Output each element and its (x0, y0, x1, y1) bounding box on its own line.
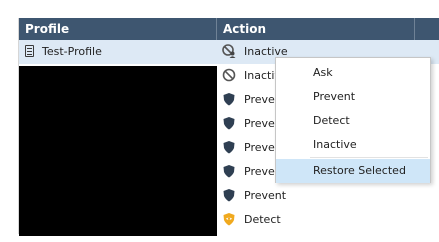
profile-document-icon (25, 45, 34, 57)
action-label: Detect (244, 213, 281, 226)
shield-icon (222, 188, 236, 202)
shield-icon (222, 92, 236, 106)
menu-item-inactive[interactable]: Inactive (276, 133, 430, 157)
menu-item-restore-selected[interactable]: Restore Selected (276, 159, 430, 183)
app-frame: Profile Action Test-Profile Inactive Ina… (0, 0, 439, 242)
menu-item-prevent[interactable]: Prevent (276, 85, 430, 109)
action-cell[interactable]: Detect (217, 208, 415, 232)
profile-cell: Test-Profile (19, 40, 217, 64)
menu-separator (310, 157, 428, 158)
column-header-extra (415, 18, 439, 40)
shield-icon (222, 116, 236, 130)
shield-icon (222, 164, 236, 178)
prohibited-icon (222, 68, 236, 82)
action-label: Prevent (244, 189, 287, 202)
inactive-user-icon (222, 44, 236, 58)
detect-shield-icon (222, 212, 236, 226)
menu-item-detect[interactable]: Detect (276, 109, 430, 133)
menu-item-ask[interactable]: Ask (276, 61, 430, 85)
grid-header: Profile Action (19, 18, 439, 40)
profile-name: Test-Profile (42, 45, 102, 58)
column-header-profile[interactable]: Profile (19, 18, 217, 40)
action-cell[interactable]: Prevent (217, 184, 415, 208)
shield-icon (222, 140, 236, 154)
column-header-action[interactable]: Action (217, 18, 415, 40)
redacted-area (19, 66, 217, 236)
context-menu: Ask Prevent Detect Inactive Restore Sele… (275, 57, 431, 183)
